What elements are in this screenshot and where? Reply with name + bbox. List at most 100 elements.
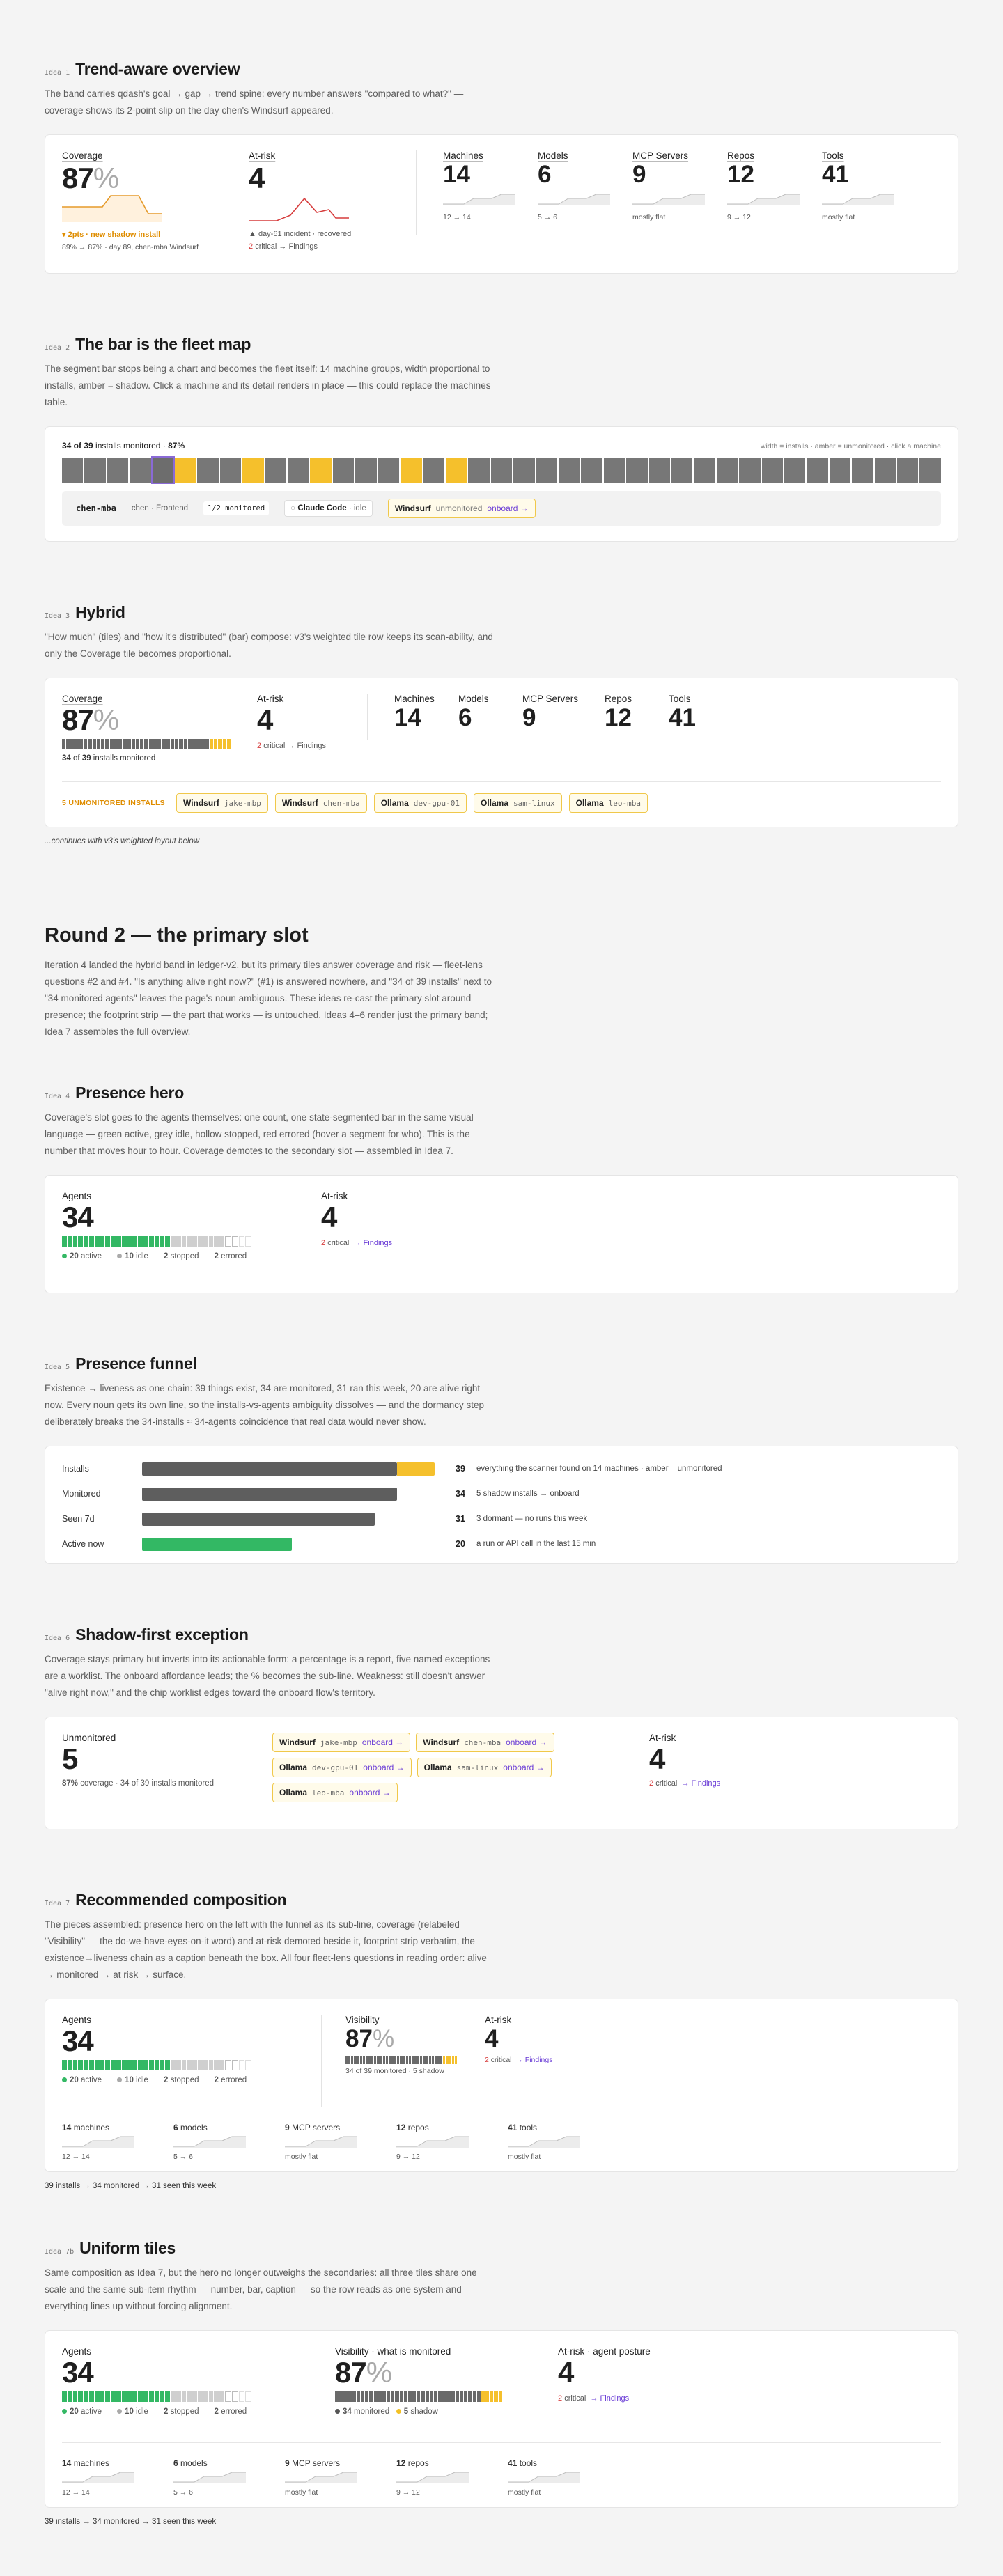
unmonitored-chip[interactable]: Windsurf jake-mbp onboard → [272, 1733, 411, 1752]
unmonitored-tile[interactable]: Unmonitored 5 87% coverage · 34 of 39 in… [62, 1733, 272, 1813]
agent-state-segment[interactable] [245, 1236, 252, 1247]
agent-state-segment[interactable] [105, 2391, 111, 2402]
agent-state-segment[interactable] [187, 2391, 192, 2402]
agents-state-bar[interactable] [62, 2060, 252, 2070]
agent-state-segment[interactable] [67, 2060, 72, 2070]
agent-state-segment[interactable] [197, 1236, 203, 1247]
fleet-segment[interactable] [761, 458, 783, 483]
tile-tools[interactable]: Tools 41 [669, 694, 733, 781]
visibility-tile[interactable]: Visibility · what is monitored 87% 34 mo… [335, 2346, 558, 2442]
agent-state-segment[interactable] [224, 2060, 231, 2070]
agent-state-segment[interactable] [62, 2060, 67, 2070]
tile-machines[interactable]: Machines 14 12 → 14 [443, 150, 538, 256]
agent-state-segment[interactable] [88, 2391, 94, 2402]
funnel-bar[interactable] [142, 1487, 398, 1501]
findings-link[interactable]: critical → Findings [263, 742, 326, 750]
tool-chip-windsurf[interactable]: Windsurf unmonitored onboard → [387, 499, 536, 518]
agent-state-segment[interactable] [238, 1236, 245, 1247]
agent-state-segment[interactable] [165, 1236, 170, 1247]
agent-state-segment[interactable] [143, 2060, 148, 2070]
strip-item[interactable]: 14 machines 12 → 14 [62, 2458, 173, 2497]
unmonitored-chip[interactable]: Ollama dev-gpu-01 onboard → [272, 1758, 412, 1777]
onboard-link[interactable]: onboard → [487, 504, 528, 513]
agent-state-segment[interactable] [78, 2060, 84, 2070]
tile-tools[interactable]: Tools 41 mostly flat [822, 150, 917, 256]
fleet-segment[interactable] [852, 458, 873, 483]
unmonitored-chip[interactable]: Ollama leo-mba onboard → [272, 1783, 398, 1802]
agent-state-segment[interactable] [62, 1236, 67, 1247]
agent-state-segment[interactable] [165, 2391, 170, 2402]
onboard-link[interactable]: onboard → [506, 1738, 547, 1747]
fleet-segment[interactable] [513, 458, 535, 483]
agent-state-segment[interactable] [181, 1236, 187, 1247]
agent-state-segment[interactable] [219, 1236, 224, 1247]
agent-state-segment[interactable] [170, 1236, 176, 1247]
agent-state-segment[interactable] [127, 2060, 132, 2070]
tile-machines[interactable]: Machines 14 [394, 694, 458, 781]
agent-state-segment[interactable] [219, 2060, 224, 2070]
agent-state-segment[interactable] [214, 2391, 219, 2402]
agent-state-segment[interactable] [121, 2391, 127, 2402]
agent-state-segment[interactable] [214, 1236, 219, 1247]
unmonitored-chip[interactable]: Ollama dev-gpu-01 [373, 793, 467, 813]
tile-mcp-servers[interactable]: MCP Servers 9 mostly flat [632, 150, 727, 256]
coverage-tile[interactable]: Coverage 87% 34 of 39 installs monitored [62, 694, 257, 781]
agent-state-segment[interactable] [245, 2060, 252, 2070]
fleet-segment[interactable] [671, 458, 693, 483]
fleet-segment[interactable] [332, 458, 355, 483]
funnel-bar[interactable] [142, 1462, 398, 1476]
fleet-segment[interactable] [739, 458, 761, 483]
agent-state-segment[interactable] [165, 2060, 170, 2070]
agent-state-segment[interactable] [224, 1236, 231, 1247]
fleet-segment[interactable] [468, 458, 490, 483]
fleet-segment[interactable] [150, 456, 176, 484]
agents-tile[interactable]: Agents 34 20 active 10 idle 2 stopped 2 err… [62, 1191, 321, 1277]
strip-item[interactable]: 14 machines 12 → 14 [62, 2123, 173, 2161]
fleet-segment[interactable] [288, 458, 309, 483]
funnel-shadow-bar[interactable] [397, 1462, 435, 1476]
agent-state-segment[interactable] [197, 2060, 203, 2070]
agent-state-segment[interactable] [111, 2060, 116, 2070]
atrisk-tile[interactable]: At-risk · agent posture 4 2 critical → F… [558, 2346, 651, 2442]
agent-state-segment[interactable] [138, 2060, 143, 2070]
tile-models[interactable]: Models 6 5 → 6 [538, 150, 632, 256]
agent-state-segment[interactable] [170, 2391, 176, 2402]
agent-state-segment[interactable] [176, 1236, 181, 1247]
agent-state-segment[interactable] [116, 2060, 121, 2070]
agent-state-segment[interactable] [67, 1236, 72, 1247]
strip-item[interactable]: 9 MCP servers mostly flat [285, 2458, 396, 2497]
agent-state-segment[interactable] [154, 2060, 160, 2070]
agent-state-segment[interactable] [121, 2060, 127, 2070]
agent-state-segment[interactable] [192, 1236, 197, 1247]
agent-state-segment[interactable] [197, 2391, 203, 2402]
tile-models[interactable]: Models 6 [458, 694, 522, 781]
tile-mcp-servers[interactable]: MCP Servers 9 [522, 694, 605, 781]
agent-state-segment[interactable] [100, 2060, 105, 2070]
findings-link[interactable]: → Findings [681, 1779, 720, 1788]
fleet-segment[interactable] [378, 458, 400, 483]
fleet-segment[interactable] [784, 458, 806, 483]
agent-state-segment[interactable] [160, 1236, 165, 1247]
agent-state-segment[interactable] [192, 2391, 197, 2402]
agent-state-segment[interactable] [231, 2060, 238, 2070]
agent-state-segment[interactable] [192, 2060, 197, 2070]
agent-state-segment[interactable] [88, 1236, 94, 1247]
findings-link[interactable]: → Findings [353, 1239, 392, 1247]
findings-link[interactable]: critical → Findings [255, 242, 318, 251]
agent-state-segment[interactable] [208, 1236, 214, 1247]
agent-state-segment[interactable] [203, 2391, 208, 2402]
fleet-segment[interactable] [807, 458, 828, 483]
agent-state-segment[interactable] [116, 1236, 121, 1247]
agent-state-segment[interactable] [132, 2391, 138, 2402]
agent-state-segment[interactable] [143, 2391, 148, 2402]
atrisk-tile[interactable]: At-risk 4 ▲ day-61 incident · recovered … [249, 150, 416, 256]
agent-state-segment[interactable] [219, 2391, 224, 2402]
unmonitored-chip[interactable]: Windsurf jake-mbp [176, 793, 268, 813]
agent-state-segment[interactable] [105, 2060, 111, 2070]
fleet-segment[interactable] [265, 458, 287, 483]
funnel-bar[interactable] [142, 1512, 375, 1526]
fleet-segment[interactable] [84, 458, 106, 483]
onboard-link[interactable]: onboard → [363, 1763, 404, 1772]
fleet-segment[interactable] [536, 458, 557, 483]
agent-state-segment[interactable] [127, 2391, 132, 2402]
